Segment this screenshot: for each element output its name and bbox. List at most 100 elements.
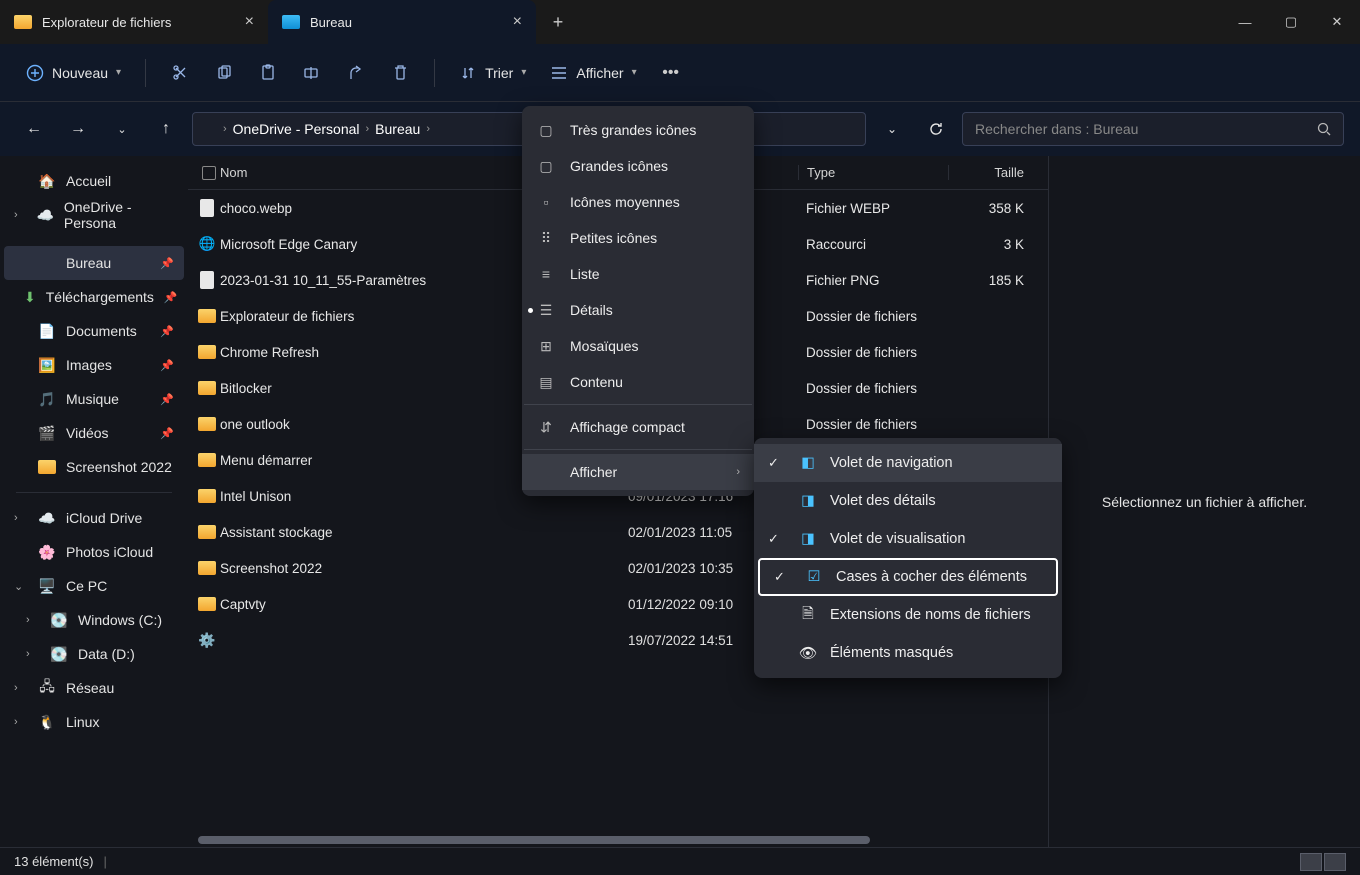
sidebar-item-icloud-photos[interactable]: 🌸Photos iCloud (4, 535, 184, 569)
grid-icon: ▫ (536, 194, 556, 210)
plus-circle-icon (26, 64, 44, 82)
view-details-button[interactable] (1300, 853, 1322, 871)
checkbox-icon: ☑ (804, 569, 824, 585)
tab-bureau[interactable]: Bureau × (268, 0, 536, 44)
search-placeholder: Rechercher dans : Bureau (975, 121, 1138, 137)
sidebar-item-linux[interactable]: ›🐧Linux (4, 705, 184, 739)
menu-item-s-icons[interactable]: ⠿Petites icônes (522, 220, 754, 256)
more-button[interactable]: ••• (651, 55, 691, 91)
breadcrumb-segment[interactable]: Bureau (375, 121, 420, 137)
sidebar-item-images[interactable]: 🖼️Images📌 (4, 348, 184, 382)
sidebar-item-screenshot[interactable]: Screenshot 2022 (4, 450, 184, 484)
icloud-icon: ☁️ (38, 509, 56, 527)
drive-icon: 💽 (50, 645, 68, 663)
column-size[interactable]: Taille (948, 165, 1032, 180)
breadcrumb-segment[interactable]: OneDrive - Personal (233, 121, 360, 137)
forward-button[interactable]: → (60, 111, 96, 147)
refresh-button[interactable] (918, 111, 954, 147)
menu-item-list[interactable]: ≡Liste (522, 256, 754, 292)
sidebar-item-home[interactable]: 🏠Accueil (4, 164, 184, 198)
menu-item-xl-icons[interactable]: ▢Très grandes icônes (522, 112, 754, 148)
back-button[interactable]: ← (16, 111, 52, 147)
breadcrumb-dropdown[interactable]: ⌄ (874, 111, 910, 147)
tab-label: Explorateur de fichiers (42, 15, 171, 30)
menu-item-content[interactable]: ▤Contenu (522, 364, 754, 400)
menu-item-preview-pane[interactable]: ✓◨Volet de visualisation (754, 520, 1062, 558)
pane-icon: ◨ (798, 493, 818, 509)
network-icon: 🖧 (38, 679, 56, 697)
delete-button[interactable] (380, 55, 420, 91)
tiles-icon: ⊞ (536, 338, 556, 355)
view-button[interactable]: Afficher ▾ (540, 58, 646, 88)
menu-item-extensions[interactable]: 🗎Extensions de noms de fichiers (754, 596, 1062, 634)
video-icon: 🎬 (38, 424, 56, 442)
chevron-right-icon[interactable]: › (14, 716, 28, 728)
chevron-right-icon[interactable]: › (26, 648, 40, 660)
chevron-right-icon: › (736, 466, 740, 478)
pin-icon: 📌 (160, 393, 174, 406)
view-icons-button[interactable] (1324, 853, 1346, 871)
sidebar-item-downloads[interactable]: ⬇Téléchargements📌 (4, 280, 184, 314)
toolbar: Nouveau ▾ Trier ▾ Afficher ▾ ••• (0, 44, 1360, 102)
sidebar-item-documents[interactable]: 📄Documents📌 (4, 314, 184, 348)
new-button[interactable]: Nouveau ▾ (16, 58, 131, 88)
details-pane: Sélectionnez un fichier à afficher. (1048, 156, 1360, 847)
select-all-checkbox[interactable] (188, 166, 216, 180)
new-tab-button[interactable]: + (536, 0, 580, 44)
photos-icon: 🌸 (38, 543, 56, 561)
chevron-right-icon[interactable]: › (14, 209, 26, 221)
chevron-right-icon[interactable]: › (14, 512, 28, 524)
sidebar-item-desktop[interactable]: Bureau📌 (4, 246, 184, 280)
scrollbar-thumb[interactable] (198, 836, 870, 844)
copy-button[interactable] (204, 55, 244, 91)
search-input[interactable]: Rechercher dans : Bureau (962, 112, 1344, 146)
menu-item-details-pane[interactable]: ◨Volet des détails (754, 482, 1062, 520)
sidebar-item-icloud-drive[interactable]: ›☁️iCloud Drive (4, 501, 184, 535)
menu-item-l-icons[interactable]: ▢Grandes icônes (522, 148, 754, 184)
column-type[interactable]: Type (798, 165, 948, 180)
menu-item-tiles[interactable]: ⊞Mosaïques (522, 328, 754, 364)
sidebar-item-onedrive[interactable]: ›☁️OneDrive - Persona (4, 198, 184, 232)
menu-item-details[interactable]: ☰Détails (522, 292, 754, 328)
up-button[interactable]: ↑ (148, 111, 184, 147)
menu-item-show[interactable]: Afficher› (522, 454, 754, 490)
cloud-icon: ☁️ (36, 206, 53, 224)
chevron-right-icon[interactable]: › (26, 614, 40, 626)
chevron-right-icon[interactable]: › (14, 682, 28, 694)
paste-button[interactable] (248, 55, 288, 91)
recent-button[interactable]: ⌄ (104, 111, 140, 147)
sidebar-item-videos[interactable]: 🎬Vidéos📌 (4, 416, 184, 450)
close-icon[interactable]: × (245, 13, 254, 31)
tab-explorer[interactable]: Explorateur de fichiers × (0, 0, 268, 44)
close-icon[interactable]: × (513, 13, 522, 31)
close-button[interactable]: ✕ (1314, 0, 1360, 44)
rename-button[interactable] (292, 55, 332, 91)
horizontal-scrollbar[interactable] (198, 833, 1038, 847)
cut-button[interactable] (160, 55, 200, 91)
folder-icon (198, 309, 216, 323)
minimize-button[interactable]: — (1222, 0, 1268, 44)
sidebar-item-network[interactable]: ›🖧Réseau (4, 671, 184, 705)
file-icon (200, 199, 214, 217)
drive-icon: 💽 (50, 611, 68, 629)
menu-item-compact[interactable]: ⇵Affichage compact (522, 409, 754, 445)
sort-button[interactable]: Trier ▾ (449, 58, 536, 88)
chevron-down-icon[interactable]: ⌄ (14, 580, 28, 593)
share-button[interactable] (336, 55, 376, 91)
menu-item-m-icons[interactable]: ▫Icônes moyennes (522, 184, 754, 220)
sidebar-item-drive-d[interactable]: ›💽Data (D:) (4, 637, 184, 671)
pin-icon: 📌 (160, 257, 174, 270)
maximize-button[interactable]: ▢ (1268, 0, 1314, 44)
menu-item-checkboxes[interactable]: ✓☑Cases à cocher des éléments (758, 558, 1058, 596)
folder-icon (14, 15, 32, 29)
grid-icon: ⠿ (536, 230, 556, 247)
file-icon: 🗎 (798, 603, 818, 628)
edge-icon: 🌐 (199, 236, 216, 252)
sidebar-item-drive-c[interactable]: ›💽Windows (C:) (4, 603, 184, 637)
sidebar-item-thispc[interactable]: ⌄🖥️Ce PC (4, 569, 184, 603)
details-icon: ☰ (536, 302, 556, 319)
sidebar-item-music[interactable]: 🎵Musique📌 (4, 382, 184, 416)
menu-item-nav-pane[interactable]: ✓◧Volet de navigation (754, 444, 1062, 482)
menu-item-hidden[interactable]: 👁Éléments masqués (754, 634, 1062, 672)
eye-icon: 👁 (798, 645, 818, 662)
